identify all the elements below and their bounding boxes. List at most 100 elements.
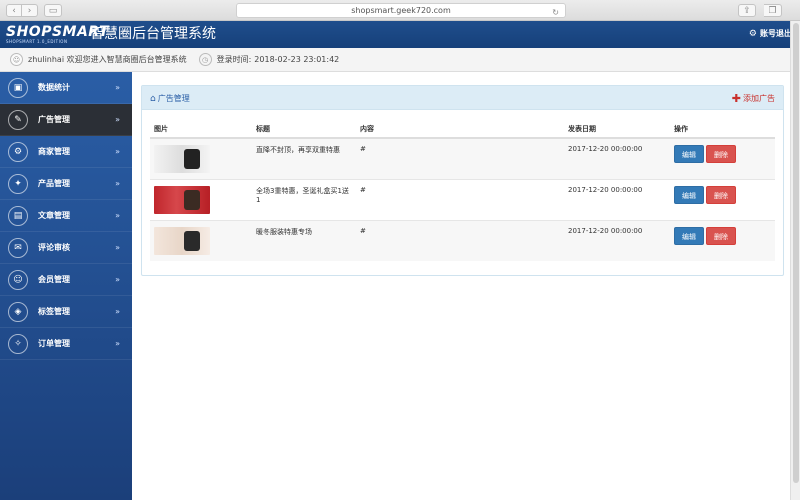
column-header-title: 标题 (252, 120, 356, 139)
date-cell: 2017-12-20 00:00:00 (564, 137, 670, 180)
sidebar-item-label: 产品管理 (38, 179, 70, 188)
share-button[interactable]: ⇪ (738, 4, 756, 17)
ad-thumbnail (154, 145, 210, 173)
edit-button[interactable]: 编辑 (674, 145, 704, 163)
tabs-icon: ❐ (768, 5, 777, 16)
add-ad-label: 添加广告 (743, 94, 775, 103)
login-time-label: 登录时间: (216, 55, 252, 64)
sidebar-item-articles[interactable]: ▤ 文章管理 » (0, 200, 132, 232)
browser-toolbar: ‹ › ▭ shopsmart.geek720.com ↻ ⇪ ❐ (0, 0, 800, 21)
date-cell: 2017-12-20 00:00:00 (564, 220, 670, 261)
title-cell: 暖冬服装特惠专场 (252, 220, 356, 261)
reload-icon[interactable]: ↻ (552, 6, 559, 19)
url-text: shopsmart.geek720.com (351, 6, 451, 15)
actions-cell: 编辑 删除 (670, 220, 775, 261)
column-header-content: 内容 (356, 120, 564, 139)
double-chevron-icon: » (115, 307, 120, 316)
double-chevron-icon: » (115, 339, 120, 348)
delete-button[interactable]: 删除 (706, 186, 736, 204)
delete-button[interactable]: 删除 (706, 145, 736, 163)
member-icon: ☺ (8, 269, 28, 290)
panel-header: ⌂ 广告管理 ✚ 添加广告 (142, 86, 783, 110)
scrollbar-thumb[interactable] (793, 23, 799, 483)
forward-button[interactable]: › (22, 4, 38, 17)
back-button[interactable]: ‹ (6, 4, 22, 17)
share-icon: ⇪ (743, 5, 751, 16)
ad-icon: ✎ (8, 109, 28, 130)
double-chevron-icon: » (115, 275, 120, 284)
sidebar-item-label: 会员管理 (38, 275, 70, 284)
ad-thumbnail (154, 227, 210, 255)
logout-button[interactable]: ⚙ 账号退出 (749, 28, 792, 39)
chart-icon: ▣ (8, 77, 28, 98)
sidebar: ▣ 数据统计 » ✎ 广告管理 » ⚙ 商家管理 » ✦ 产品管理 » ▤ 文章… (0, 72, 132, 500)
table-row: 直降不封顶，再享双重特惠 # 2017-12-20 00:00:00 编辑 删除 (150, 137, 775, 180)
image-cell (150, 220, 252, 261)
content-cell: # (356, 220, 564, 261)
order-icon: ✧ (8, 333, 28, 354)
gear-icon: ⚙ (748, 28, 757, 39)
nav-buttons: ‹ › (6, 4, 38, 17)
sidebar-item-stats[interactable]: ▣ 数据统计 » (0, 72, 132, 104)
welcome-text: zhulinhai 欢迎您进入智慧商圈后台管理系统 (28, 55, 187, 64)
image-cell (150, 179, 252, 221)
chevron-right-icon: › (27, 5, 32, 16)
address-bar[interactable]: shopsmart.geek720.com ↻ (236, 3, 566, 18)
sidebar-toggle-button[interactable]: ▭ (44, 4, 62, 17)
table-row: 全场3重特惠，圣诞礼盒买1送1 # 2017-12-20 00:00:00 编辑… (150, 179, 775, 221)
column-header-date: 发表日期 (564, 120, 670, 139)
sidebar-icon: ▭ (48, 5, 58, 16)
double-chevron-icon: » (115, 147, 120, 156)
plus-icon: ✚ (731, 92, 741, 105)
system-title: 智慧圈后台管理系统 (90, 26, 216, 42)
info-bar: ☺ zhulinhai 欢迎您进入智慧商圈后台管理系统 ◷ 登录时间: 2018… (0, 48, 800, 72)
column-header-actions: 操作 (670, 120, 775, 139)
article-icon: ▤ (8, 205, 28, 226)
edit-button[interactable]: 编辑 (674, 186, 704, 204)
page-scrollbar[interactable] (790, 21, 800, 500)
ad-thumbnail (154, 186, 210, 214)
chevron-left-icon: ‹ (12, 5, 16, 16)
sidebar-item-label: 广告管理 (38, 115, 70, 124)
image-cell (150, 137, 252, 180)
sidebar-item-orders[interactable]: ✧ 订单管理 » (0, 328, 132, 360)
sidebar-item-merchants[interactable]: ⚙ 商家管理 » (0, 136, 132, 168)
title-cell: 全场3重特惠，圣诞礼盒买1送1 (252, 179, 356, 221)
home-icon: ⌂ (150, 93, 156, 104)
sidebar-item-ads[interactable]: ✎ 广告管理 » (0, 104, 132, 136)
date-cell: 2017-12-20 00:00:00 (564, 179, 670, 221)
merchant-icon: ⚙ (8, 141, 28, 162)
delete-button[interactable]: 删除 (706, 227, 736, 245)
sidebar-item-tags[interactable]: ◈ 标签管理 » (0, 296, 132, 328)
panel-title: ⌂ 广告管理 (150, 93, 190, 104)
double-chevron-icon: » (115, 243, 120, 252)
sidebar-item-label: 商家管理 (38, 147, 70, 156)
ad-management-panel: ⌂ 广告管理 ✚ 添加广告 图片 标题 内容 发表日期 操作 直降不封顶，再享双… (141, 85, 784, 276)
actions-cell: 编辑 删除 (670, 137, 775, 180)
sidebar-item-products[interactable]: ✦ 产品管理 » (0, 168, 132, 200)
panel-title-text: 广告管理 (157, 94, 190, 103)
content-cell: # (356, 137, 564, 180)
edit-button[interactable]: 编辑 (674, 227, 704, 245)
double-chevron-icon: » (115, 115, 120, 124)
tag-icon: ◈ (8, 301, 28, 322)
sidebar-item-label: 订单管理 (38, 339, 70, 348)
double-chevron-icon: » (115, 211, 120, 220)
user-icon: ☺ (10, 53, 23, 66)
comment-icon: ✉ (8, 237, 28, 258)
sidebar-item-label: 文章管理 (38, 211, 70, 220)
sidebar-item-label: 评论审核 (38, 243, 70, 252)
add-ad-button[interactable]: ✚ 添加广告 (732, 92, 775, 105)
sidebar-item-members[interactable]: ☺ 会员管理 » (0, 264, 132, 296)
tabs-button[interactable]: ❐ (764, 4, 782, 17)
logo-subtitle: SHOPSMART 1.0_EDITION (6, 39, 68, 44)
clock-icon: ◷ (198, 53, 212, 66)
sidebar-item-label: 数据统计 (38, 83, 70, 92)
login-time: 2018-02-23 23:01:42 (254, 55, 340, 64)
logout-label: 账号退出 (760, 29, 792, 38)
ad-table: 图片 标题 内容 发表日期 操作 直降不封顶，再享双重特惠 # 2017-12-… (150, 120, 775, 261)
double-chevron-icon: » (115, 179, 120, 188)
product-icon: ✦ (8, 173, 28, 194)
content-cell: # (356, 179, 564, 221)
sidebar-item-comments[interactable]: ✉ 评论审核 » (0, 232, 132, 264)
